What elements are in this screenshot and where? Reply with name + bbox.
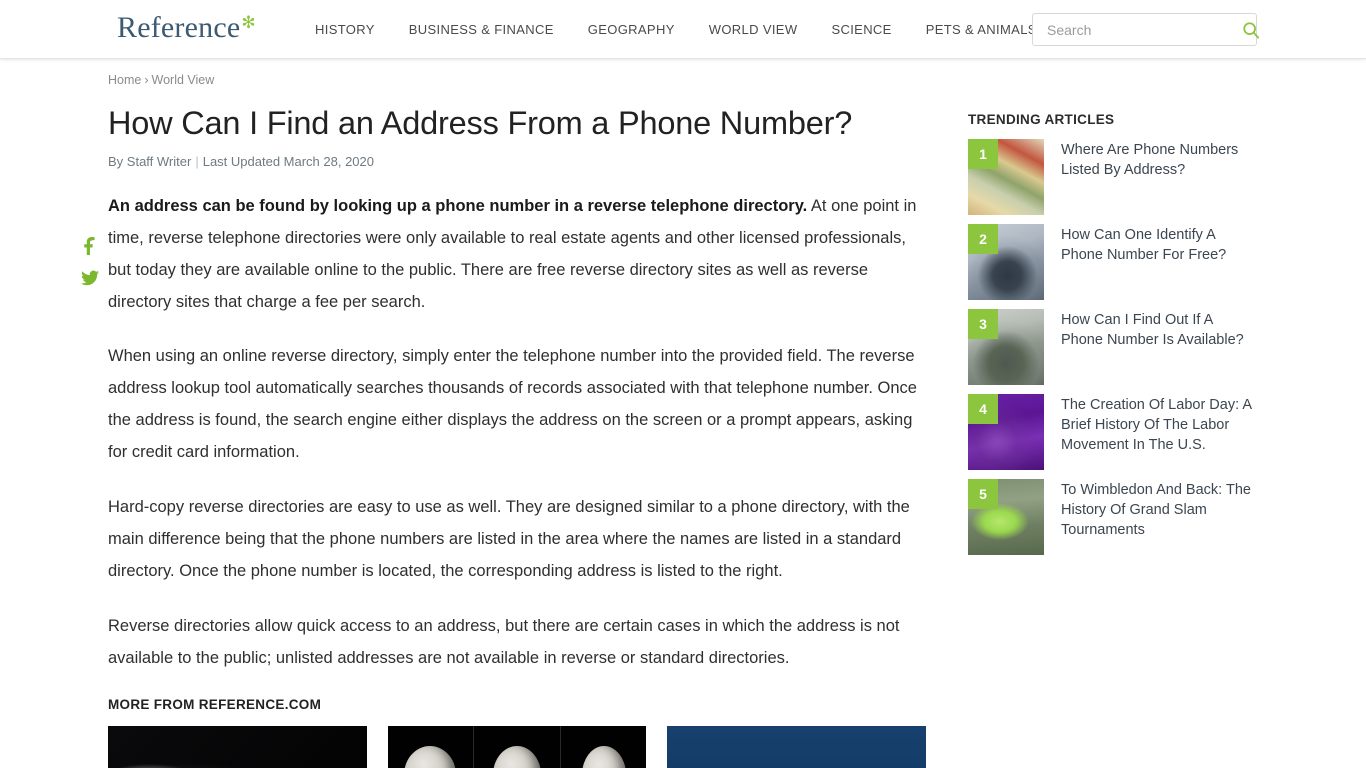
main-navigation: HISTORY BUSINESS & FINANCE GEOGRAPHY WOR… xyxy=(298,0,1054,59)
article-lead-bold: An address can be found by looking up a … xyxy=(108,197,808,215)
site-header: Reference ✻ HISTORY BUSINESS & FINANCE G… xyxy=(0,0,1366,59)
trending-item-5[interactable]: 5 To Wimbledon And Back: The History Of … xyxy=(968,479,1258,555)
trending-thumbnail-5: 5 xyxy=(968,479,1044,555)
facebook-icon[interactable] xyxy=(80,236,102,256)
trending-title-1: Where Are Phone Numbers Listed By Addres… xyxy=(1061,142,1239,178)
trending-title-4: The Creation Of Labor Day: A Brief Histo… xyxy=(1061,397,1252,453)
more-from-card-comet[interactable] xyxy=(108,726,367,768)
nav-item-business-finance[interactable]: BUSINESS & FINANCE xyxy=(392,22,571,37)
trending-rank-badge-2: 2 xyxy=(968,224,998,254)
article-paragraph-2: When using an online reverse directory, … xyxy=(108,347,917,461)
trending-title-3: How Can I Find Out If A Phone Number Is … xyxy=(1061,312,1244,348)
site-logo[interactable]: Reference ✻ xyxy=(117,12,256,44)
nav-item-science[interactable]: SCIENCE xyxy=(814,22,908,37)
moon-phases-thumbnail-image xyxy=(387,726,647,768)
logo-text: Reference xyxy=(117,11,241,44)
nav-item-world-view[interactable]: WORLD VIEW xyxy=(692,22,815,37)
moon-phase-2 xyxy=(474,726,561,768)
more-from-card-blue-moon[interactable] xyxy=(667,726,927,768)
trending-thumbnail-2: 2 xyxy=(968,224,1044,300)
more-from-heading: MORE FROM REFERENCE.COM xyxy=(108,697,322,712)
breadcrumb: Home › World View xyxy=(108,70,926,87)
logo-asterisk-icon: ✻ xyxy=(241,13,256,32)
trending-rank-badge-5: 5 xyxy=(968,479,998,509)
blue-moon-thumbnail-image xyxy=(667,726,927,768)
trending-item-1[interactable]: 1 Where Are Phone Numbers Listed By Addr… xyxy=(968,139,1258,215)
trending-item-3[interactable]: 3 How Can I Find Out If A Phone Number I… xyxy=(968,309,1258,385)
trending-item-2[interactable]: 2 How Can One Identify A Phone Number Fo… xyxy=(968,224,1258,300)
twitter-icon[interactable] xyxy=(80,268,102,288)
trending-title-2: How Can One Identify A Phone Number For … xyxy=(1061,227,1227,263)
search-box xyxy=(1032,13,1260,46)
byline-last-updated: Last Updated March 28, 2020 xyxy=(202,154,374,169)
trending-rank-badge-3: 3 xyxy=(968,309,998,339)
breadcrumb-world-view[interactable]: World View xyxy=(152,73,215,87)
sidebar: TRENDING ARTICLES 1 Where Are Phone Numb… xyxy=(968,59,1258,768)
byline-author: By Staff Writer xyxy=(108,154,192,169)
trending-thumbnail-1: 1 xyxy=(968,139,1044,215)
breadcrumb-separator: › xyxy=(144,73,149,87)
trending-title-5: To Wimbledon And Back: The History Of Gr… xyxy=(1061,482,1251,538)
nav-item-geography[interactable]: GEOGRAPHY xyxy=(571,22,692,37)
trending-articles-heading: TRENDING ARTICLES xyxy=(968,112,1115,127)
page-body: Home › World View How Can I Find an Addres… xyxy=(0,59,1366,768)
article-byline: By Staff Writer | Last Updated March 28, 2… xyxy=(108,154,926,169)
trending-rank-badge-1: 1 xyxy=(968,139,998,169)
moon-phase-1 xyxy=(387,726,475,768)
more-from-card-row xyxy=(108,726,927,768)
more-from-card-moon-phases[interactable] xyxy=(387,726,647,768)
page-title: How Can I Find an Address From a Phone N… xyxy=(108,105,853,141)
article-paragraph-1: An address can be found by looking up a … xyxy=(108,190,926,318)
article-column: Home › World View How Can I Find an Addres… xyxy=(81,59,927,768)
article-body: An address can be found by looking up a … xyxy=(108,190,926,674)
article-paragraph-4: Reverse directories allow quick access t… xyxy=(108,617,900,667)
trending-thumbnail-3: 3 xyxy=(968,309,1044,385)
article-paragraph-3: Hard-copy reverse directories are easy t… xyxy=(108,498,910,580)
search-button[interactable] xyxy=(1238,14,1272,45)
breadcrumb-home[interactable]: Home xyxy=(108,73,141,87)
comet-thumbnail-image xyxy=(108,726,367,768)
trending-item-4[interactable]: 4 The Creation Of Labor Day: A Brief His… xyxy=(968,394,1258,470)
moon-phase-3 xyxy=(560,726,647,768)
nav-item-history[interactable]: HISTORY xyxy=(298,22,392,37)
content-wrapper: Home › World View How Can I Find an Addres… xyxy=(81,59,1258,768)
byline-separator: | xyxy=(195,154,199,169)
trending-rank-badge-4: 4 xyxy=(968,394,998,424)
social-share-rail xyxy=(80,236,102,288)
trending-thumbnail-4: 4 xyxy=(968,394,1044,470)
search-input[interactable] xyxy=(1033,14,1238,45)
search-icon xyxy=(1243,21,1260,39)
